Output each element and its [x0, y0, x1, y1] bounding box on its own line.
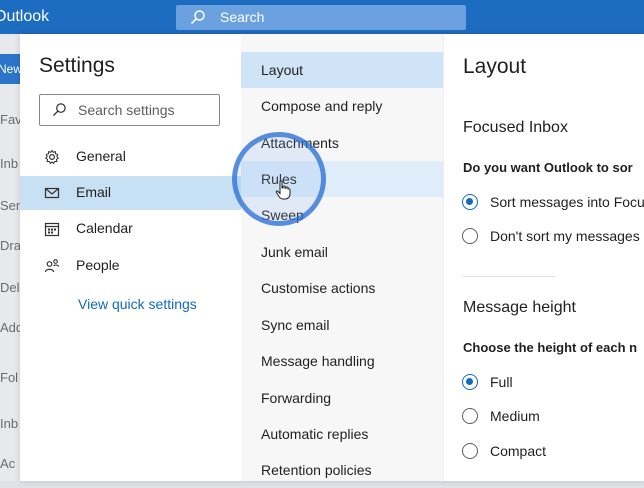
hand-pointer-icon	[275, 180, 291, 200]
email-menu-message-handling[interactable]: Message handling	[241, 343, 443, 379]
folder-inbox[interactable]: Inb	[0, 156, 18, 171]
email-menu-layout[interactable]: Layout	[241, 52, 443, 88]
settings-dialog: Settings General Email	[20, 34, 644, 481]
email-menu-junk-email[interactable]: Junk email	[241, 234, 443, 270]
folder-deleted[interactable]: Del	[0, 280, 20, 295]
settings-nav-people-label: People	[76, 257, 120, 273]
radio-label: Sort messages into Focu	[490, 194, 644, 210]
email-menu-forwarding[interactable]: Forwarding	[241, 380, 443, 416]
settings-nav-email-label: Email	[76, 184, 112, 200]
top-bar: Outlook Search	[0, 0, 644, 34]
folder-sent[interactable]: Sen	[0, 198, 20, 213]
radio-button-checked[interactable]	[462, 374, 478, 390]
search-icon	[52, 103, 66, 117]
mail-icon	[44, 187, 60, 199]
email-menu-item-label: Retention policies	[261, 462, 372, 478]
app-title[interactable]: Outlook	[0, 8, 49, 26]
gear-icon	[44, 149, 60, 165]
radio-label: Full	[490, 374, 513, 390]
email-menu-automatic-replies[interactable]: Automatic replies	[241, 416, 443, 452]
calendar-icon	[44, 222, 60, 237]
settings-nav-calendar-label: Calendar	[76, 220, 133, 236]
radio-button[interactable]	[462, 443, 478, 459]
email-menu-retention-policies[interactable]: Retention policies	[241, 452, 443, 488]
layout-pane-title: Layout	[463, 55, 527, 78]
email-menu-item-label: Forwarding	[261, 390, 332, 406]
email-menu-item-label: Sync email	[261, 317, 330, 333]
new-message-label: New	[0, 62, 20, 76]
email-menu-item-label: Customise actions	[261, 280, 376, 296]
settings-title: Settings	[39, 54, 115, 77]
radio-label: Don't sort my messages	[490, 228, 640, 244]
folder-drafts[interactable]: Dra	[0, 238, 20, 253]
folder-favourites[interactable]: Fav	[0, 112, 20, 127]
email-settings-menu: Layout Compose and reply Attachments Rul…	[241, 34, 444, 481]
settings-nav-people[interactable]: People	[20, 249, 241, 283]
settings-nav-email[interactable]: Email	[20, 176, 241, 210]
email-menu-customise-actions[interactable]: Customise actions	[241, 270, 443, 306]
radio-label: Medium	[490, 408, 540, 424]
folder-inbox-2[interactable]: Inb	[0, 416, 18, 431]
email-menu-item-label: Automatic replies	[261, 426, 369, 442]
settings-search-box[interactable]	[39, 94, 220, 126]
settings-nav-calendar[interactable]: Calendar	[20, 212, 241, 246]
radio-button[interactable]	[462, 408, 478, 424]
focused-inbox-heading: Focused Inbox	[463, 119, 568, 136]
radio-label: Compact	[490, 443, 547, 459]
global-search-bar[interactable]: Search	[176, 5, 466, 30]
settings-nav-general-label: General	[76, 148, 126, 164]
email-menu-sync-email[interactable]: Sync email	[241, 307, 443, 343]
folders-header[interactable]: Fol	[0, 370, 18, 385]
email-menu-item-label: Compose and reply	[261, 98, 383, 114]
search-icon	[190, 10, 205, 25]
radio-button-checked[interactable]	[462, 194, 478, 210]
email-menu-item-label: Layout	[261, 62, 304, 78]
folder-add[interactable]: Add	[0, 320, 20, 335]
message-height-heading: Message height	[463, 299, 576, 316]
folder-account[interactable]: Ac	[0, 456, 15, 471]
view-quick-settings-link[interactable]: View quick settings	[78, 296, 197, 312]
settings-search-input[interactable]	[76, 99, 215, 121]
people-icon	[44, 259, 60, 273]
message-height-question: Choose the height of each n	[463, 340, 638, 355]
global-search-placeholder: Search	[220, 9, 265, 25]
settings-categories: Settings General Email	[20, 34, 241, 481]
layout-settings-pane: Layout Focused Inbox Do you want Outlook…	[444, 34, 644, 481]
section-divider	[463, 276, 555, 277]
settings-nav-general[interactable]: General	[20, 140, 241, 174]
email-menu-item-label: Message handling	[261, 353, 375, 369]
email-menu-compose-and-reply[interactable]: Compose and reply	[241, 88, 443, 124]
new-message-button[interactable]: New	[0, 54, 20, 84]
email-menu-item-label: Junk email	[261, 244, 328, 260]
radio-button[interactable]	[462, 228, 478, 244]
mail-folder-pane-underlay: New Fav Inb Sen Dra Del Add Fol Inb Ac	[0, 34, 20, 481]
cursor-highlight-ring	[232, 132, 326, 226]
focused-inbox-question: Do you want Outlook to sor	[463, 160, 633, 175]
